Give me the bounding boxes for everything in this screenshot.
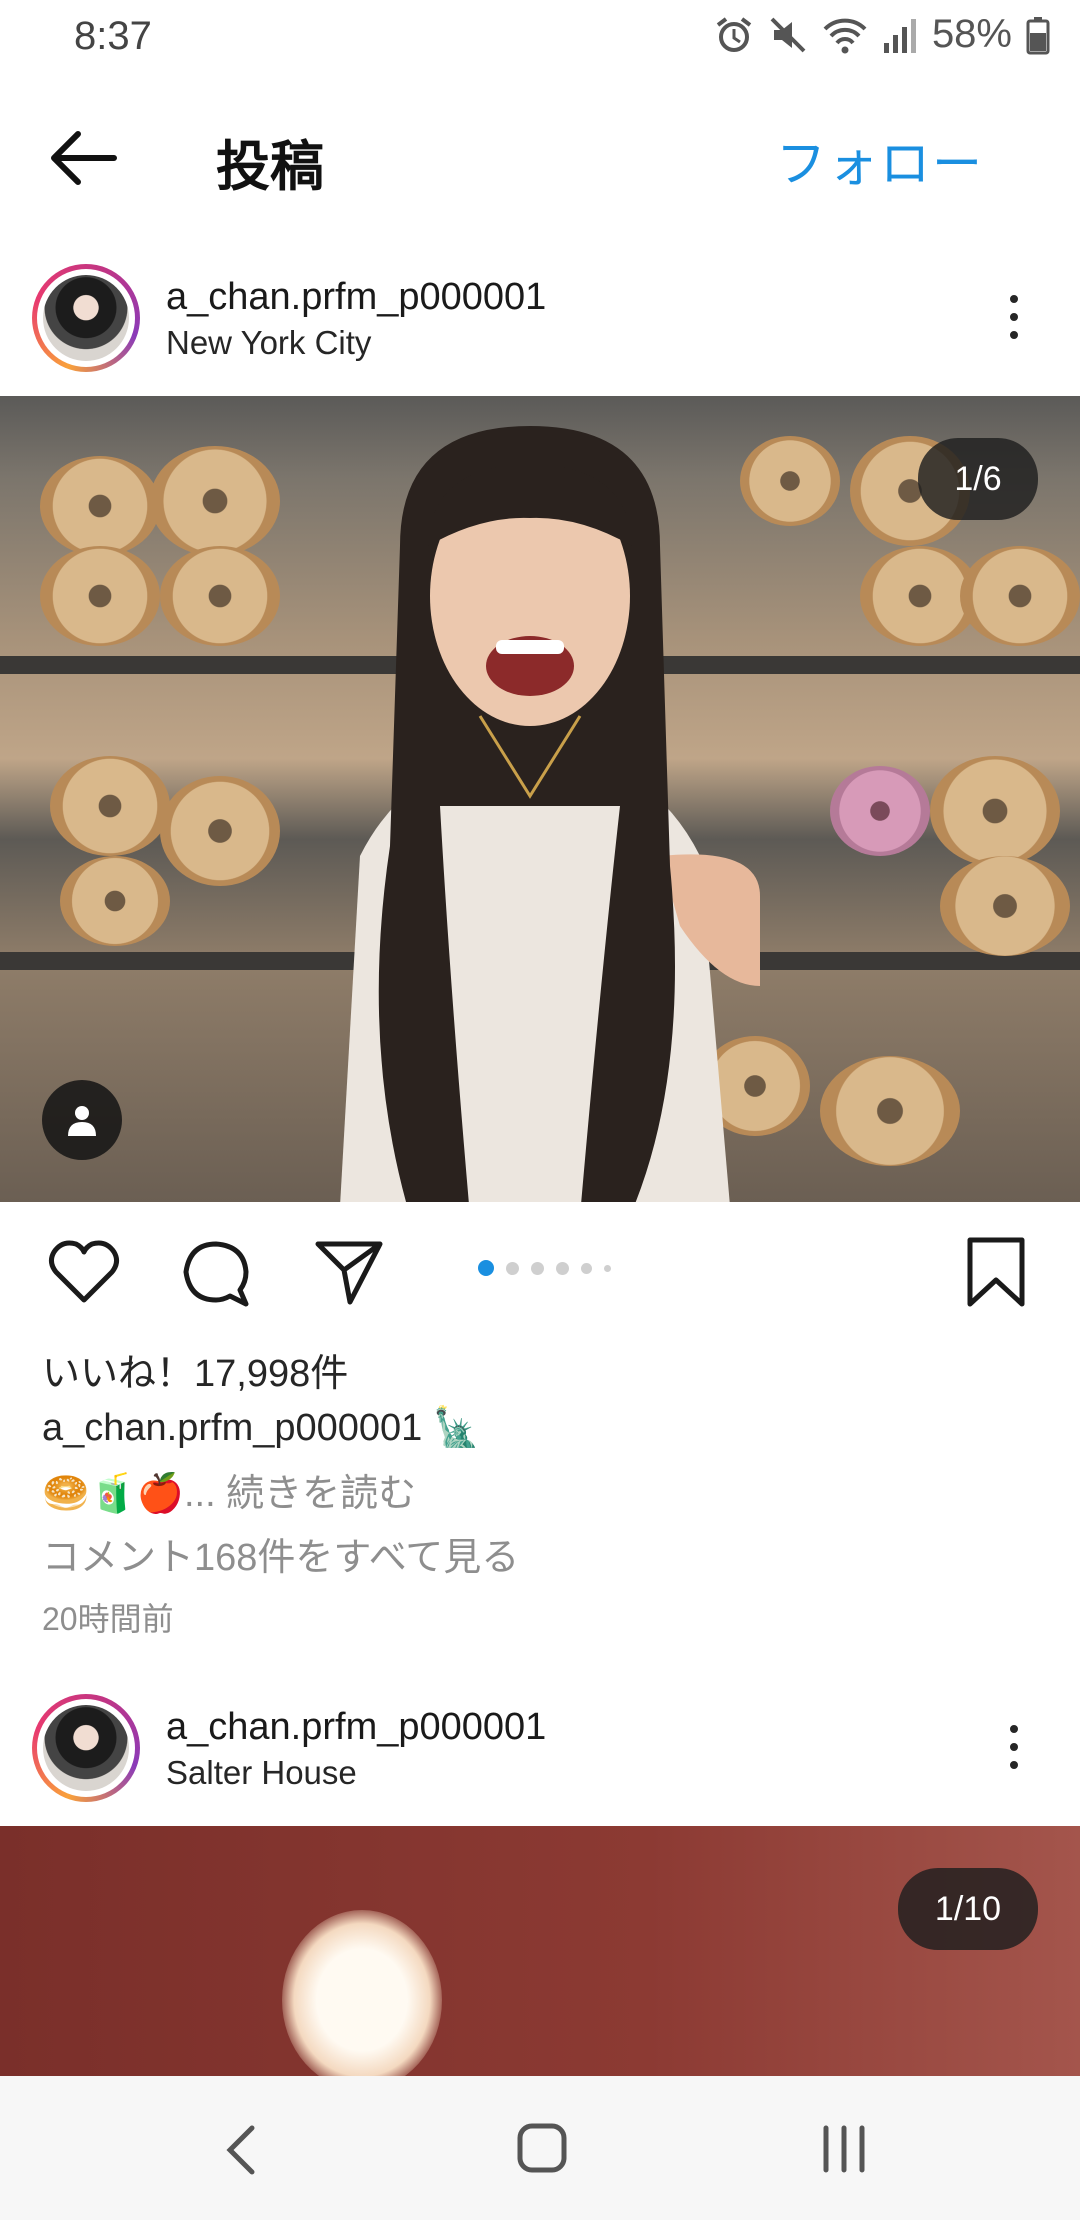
save-button[interactable] bbox=[958, 1234, 1034, 1310]
carousel-indicator bbox=[478, 1260, 611, 1276]
post-options-button[interactable] bbox=[994, 1712, 1034, 1782]
view-comments-link[interactable]: コメント168件をすべて見る bbox=[42, 1526, 519, 1581]
post-location[interactable]: New York City bbox=[166, 324, 371, 362]
avatar-photo bbox=[43, 1705, 129, 1791]
carousel-dot-active bbox=[478, 1260, 494, 1276]
battery-icon bbox=[1026, 16, 1050, 54]
lamp-shape bbox=[282, 1910, 442, 2076]
system-nav-bar bbox=[0, 2076, 1080, 2220]
post-photo[interactable] bbox=[0, 396, 1080, 1202]
mute-icon bbox=[770, 17, 806, 52]
send-icon bbox=[315, 1241, 383, 1305]
page-title: 投稿 bbox=[216, 137, 324, 197]
avatar[interactable] bbox=[32, 264, 140, 372]
comment-button[interactable] bbox=[178, 1234, 254, 1310]
signal-icon bbox=[883, 18, 916, 53]
person-icon bbox=[68, 1106, 96, 1136]
share-button[interactable] bbox=[310, 1234, 386, 1310]
post-username[interactable]: a_chan.prfm_p000001 bbox=[166, 1706, 546, 1749]
battery-percent: 58% bbox=[931, 12, 1012, 56]
heart-icon bbox=[48, 1240, 120, 1303]
avatar-photo bbox=[43, 275, 129, 361]
likes-count[interactable]: いいね！17,998件 bbox=[42, 1342, 348, 1397]
tagged-users-button[interactable] bbox=[42, 1080, 122, 1160]
post-location[interactable]: Salter House bbox=[166, 1754, 357, 1792]
follow-button[interactable]: フォロー bbox=[776, 124, 984, 196]
like-button[interactable] bbox=[46, 1234, 122, 1310]
nav-recents-icon[interactable] bbox=[820, 2124, 870, 2174]
caption-emoji: 🗽 bbox=[432, 1407, 481, 1449]
person-figure bbox=[340, 426, 760, 1202]
status-time: 8:37 bbox=[74, 14, 152, 58]
caption-emojis: 🥯🧃🍎 bbox=[42, 1473, 184, 1515]
caption-username[interactable]: a_chan.prfm_p000001 bbox=[42, 1407, 422, 1449]
nav-back-icon[interactable] bbox=[222, 2124, 262, 2176]
carousel-dot bbox=[506, 1261, 519, 1275]
arrow-left-icon bbox=[51, 131, 117, 185]
nav-home-icon[interactable] bbox=[516, 2122, 568, 2174]
carousel-dot bbox=[604, 1264, 611, 1272]
carousel-dot bbox=[531, 1261, 544, 1275]
wifi-icon bbox=[823, 18, 867, 53]
carousel-dot bbox=[556, 1261, 569, 1275]
read-more-link[interactable]: ... 続きを読む bbox=[184, 1473, 416, 1515]
post-username[interactable]: a_chan.prfm_p000001 bbox=[166, 276, 546, 319]
carousel-dot bbox=[581, 1262, 592, 1274]
bookmark-icon bbox=[967, 1237, 1025, 1307]
back-button[interactable] bbox=[44, 126, 124, 190]
caption-line: a_chan.prfm_p000001 🗽 bbox=[42, 1406, 480, 1450]
post-photo[interactable] bbox=[0, 1826, 1080, 2076]
media-counter: 1/6 bbox=[918, 438, 1038, 520]
media-counter: 1/10 bbox=[898, 1868, 1038, 1950]
status-icons: 58% bbox=[714, 12, 1050, 57]
post-time: 20時間前 bbox=[42, 1601, 174, 1637]
avatar[interactable] bbox=[32, 1694, 140, 1802]
alarm-icon bbox=[716, 16, 752, 52]
post-options-button[interactable] bbox=[994, 282, 1034, 352]
comment-icon bbox=[183, 1241, 249, 1307]
caption-second-line: 🥯🧃🍎... 続きを読む bbox=[42, 1462, 416, 1517]
